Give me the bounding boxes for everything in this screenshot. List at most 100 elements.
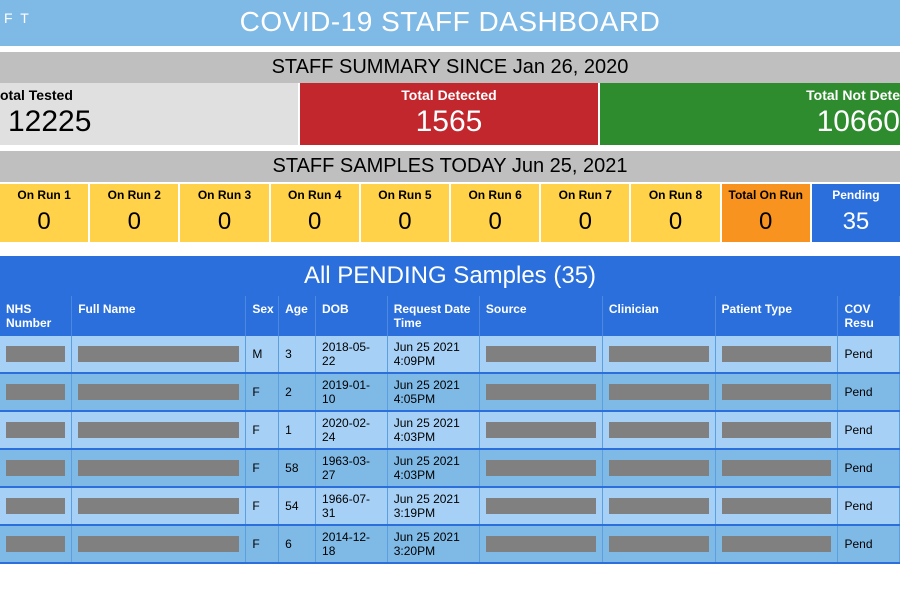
table-cell: F xyxy=(246,525,279,563)
table-row[interactable]: M32018-05-22Jun 25 2021 4:09PMPend xyxy=(0,336,900,373)
table-cell xyxy=(715,525,838,563)
table-cell: Pend xyxy=(838,449,900,487)
table-cell: F xyxy=(246,449,279,487)
column-header[interactable]: COV Resu xyxy=(838,296,900,336)
table-cell xyxy=(0,336,72,373)
run-tile-3: On Run 30 xyxy=(180,184,270,242)
header-corner-text: F T xyxy=(4,10,31,26)
column-header[interactable]: Request Date Time xyxy=(387,296,479,336)
run-total-label: Total On Run xyxy=(724,188,808,202)
run-tile-value: 0 xyxy=(273,208,357,236)
column-header[interactable]: Age xyxy=(279,296,316,336)
column-header[interactable]: Full Name xyxy=(72,296,246,336)
redacted-value xyxy=(486,498,596,514)
table-cell: 2018-05-22 xyxy=(316,336,388,373)
redacted-value xyxy=(722,346,832,362)
redacted-value xyxy=(6,536,65,552)
table-cell: Jun 25 2021 4:03PM xyxy=(387,411,479,449)
table-cell: 3 xyxy=(279,336,316,373)
redacted-value xyxy=(609,460,709,476)
column-header[interactable]: NHS Number xyxy=(0,296,72,336)
column-header[interactable]: Sex xyxy=(246,296,279,336)
redacted-value xyxy=(486,460,596,476)
redacted-value xyxy=(486,384,596,400)
table-row[interactable]: F22019-01-10Jun 25 2021 4:05PMPend xyxy=(0,373,900,411)
runs-row: On Run 10On Run 20On Run 30On Run 40On R… xyxy=(0,182,900,242)
table-cell: 1966-07-31 xyxy=(316,487,388,525)
table-cell xyxy=(479,525,602,563)
table-cell xyxy=(479,487,602,525)
run-pending-value: 35 xyxy=(814,208,898,236)
redacted-value xyxy=(609,498,709,514)
pending-table-header-row: NHS NumberFull NameSexAgeDOBRequest Date… xyxy=(0,296,900,336)
table-cell: Pend xyxy=(838,487,900,525)
redacted-value xyxy=(78,384,239,400)
table-cell xyxy=(72,449,246,487)
table-row[interactable]: F541966-07-31Jun 25 2021 3:19PM Pend xyxy=(0,487,900,525)
table-cell xyxy=(72,373,246,411)
table-cell: Pend xyxy=(838,336,900,373)
column-header[interactable]: Clinician xyxy=(602,296,715,336)
column-header[interactable]: Patient Type xyxy=(715,296,838,336)
table-cell xyxy=(602,449,715,487)
run-tile-pending: Pending35 xyxy=(812,184,900,242)
pending-table-body: M32018-05-22Jun 25 2021 4:09PMPendF22019… xyxy=(0,336,900,563)
run-tile-value: 0 xyxy=(182,208,266,236)
table-cell: 54 xyxy=(279,487,316,525)
table-cell: F xyxy=(246,373,279,411)
summary-row: otal Tested 12225 Total Detected 1565 To… xyxy=(0,83,900,145)
table-row[interactable]: F12020-02-24Jun 25 2021 4:03PMPend xyxy=(0,411,900,449)
table-cell: Jun 25 2021 4:03PM xyxy=(387,449,479,487)
dashboard-header: F T COVID-19 STAFF DASHBOARD xyxy=(0,0,900,46)
redacted-value xyxy=(78,422,239,438)
table-cell: Jun 25 2021 4:05PM xyxy=(387,373,479,411)
table-cell xyxy=(715,411,838,449)
summary-notdetected-label: Total Not Dete xyxy=(600,87,900,103)
pending-table-wrap: NHS NumberFull NameSexAgeDOBRequest Date… xyxy=(0,296,900,564)
table-cell xyxy=(602,411,715,449)
table-row[interactable]: F581963-03-27Jun 25 2021 4:03PMPend xyxy=(0,449,900,487)
table-cell xyxy=(715,373,838,411)
redacted-value xyxy=(486,346,596,362)
column-header[interactable]: Source xyxy=(479,296,602,336)
redacted-value xyxy=(78,460,239,476)
redacted-value xyxy=(609,422,709,438)
table-cell xyxy=(0,487,72,525)
summary-tile-notdetected: Total Not Dete 10660 xyxy=(600,83,900,145)
summary-tile-tested: otal Tested 12225 xyxy=(0,83,300,145)
table-cell: Pend xyxy=(838,411,900,449)
redacted-value xyxy=(722,498,832,514)
table-row[interactable]: F62014-12-18Jun 25 2021 3:20PMPend xyxy=(0,525,900,563)
run-tile-value: 0 xyxy=(363,208,447,236)
table-cell xyxy=(602,336,715,373)
run-tile-value: 0 xyxy=(633,208,717,236)
redacted-value xyxy=(609,384,709,400)
redacted-value xyxy=(486,422,596,438)
redacted-value xyxy=(78,536,239,552)
redacted-value xyxy=(6,346,65,362)
table-cell: Jun 25 2021 3:20PM xyxy=(387,525,479,563)
table-cell: 58 xyxy=(279,449,316,487)
run-tile-7: On Run 70 xyxy=(541,184,631,242)
table-cell: Jun 25 2021 3:19PM xyxy=(387,487,479,525)
run-tile-4: On Run 40 xyxy=(271,184,361,242)
table-cell xyxy=(72,336,246,373)
redacted-value xyxy=(6,384,65,400)
table-cell: Pend xyxy=(838,373,900,411)
table-cell: 6 xyxy=(279,525,316,563)
dashboard-title: COVID-19 STAFF DASHBOARD xyxy=(240,6,661,37)
table-cell xyxy=(715,449,838,487)
column-header[interactable]: DOB xyxy=(316,296,388,336)
run-tile-value: 0 xyxy=(2,208,86,236)
redacted-value xyxy=(722,460,832,476)
run-tile-label: On Run 1 xyxy=(2,188,86,202)
redacted-value xyxy=(722,384,832,400)
pending-table: NHS NumberFull NameSexAgeDOBRequest Date… xyxy=(0,296,900,564)
table-cell: F xyxy=(246,487,279,525)
today-section-title: STAFF SAMPLES TODAY Jun 25, 2021 xyxy=(0,151,900,182)
table-cell xyxy=(72,487,246,525)
table-cell: 1 xyxy=(279,411,316,449)
redacted-value xyxy=(609,346,709,362)
table-cell: Pend xyxy=(838,525,900,563)
redacted-value xyxy=(486,536,596,552)
